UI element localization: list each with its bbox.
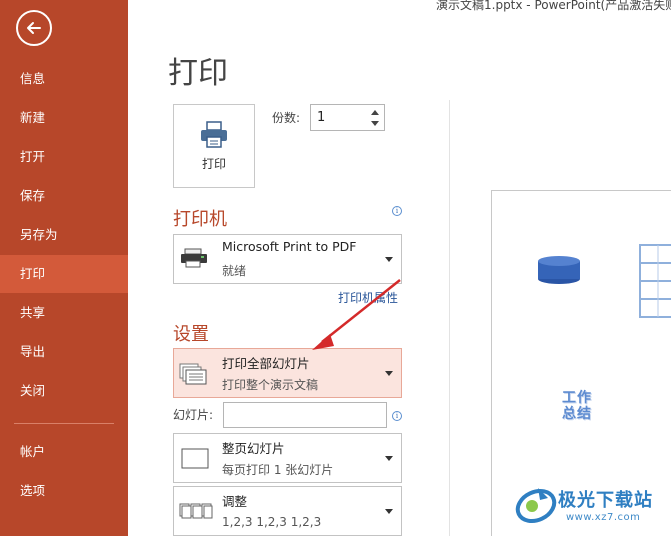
sidebar-divider [14, 423, 114, 424]
printer-device-icon [179, 247, 209, 273]
back-arrow-icon [27, 22, 41, 34]
sidebar-item-share[interactable]: 共享 [0, 294, 128, 332]
collate-title: 调整 [222, 494, 248, 509]
printer-heading: 打印机 [173, 209, 227, 230]
shelf-icon [639, 244, 671, 318]
watermark-url: www.xz7.com [566, 512, 641, 523]
sidebar-item-info[interactable]: 信息 [0, 60, 128, 98]
spin-up-icon[interactable] [370, 107, 380, 117]
print-range-subtitle: 打印整个演示文稿 [222, 378, 319, 392]
info-icon[interactable]: i [392, 411, 402, 421]
print-button-label: 打印 [201, 156, 226, 171]
print-button[interactable]: 打印 [173, 104, 255, 188]
sidebar-item-account[interactable]: 帐户 [0, 433, 128, 471]
printer-name: Microsoft Print to PDF [222, 239, 357, 254]
printer-properties-link[interactable]: 打印机属性 [338, 289, 398, 306]
pane-divider [449, 100, 450, 536]
back-button[interactable] [16, 10, 52, 46]
printer-dropdown[interactable]: Microsoft Print to PDF 就绪 [173, 234, 402, 284]
sidebar-item-open[interactable]: 打开 [0, 138, 128, 176]
slides-input[interactable] [223, 402, 387, 428]
sidebar-item-options[interactable]: 选项 [0, 472, 128, 510]
printer-icon [201, 120, 227, 148]
settings-heading: 设置 [173, 324, 209, 345]
collate-dropdown[interactable]: 调整 1,2,3 1,2,3 1,2,3 [173, 486, 402, 536]
chevron-down-icon [385, 456, 393, 461]
chevron-down-icon [385, 509, 393, 514]
database-cylinder-icon [538, 256, 580, 284]
sidebar-item-close[interactable]: 关闭 [0, 372, 128, 410]
print-range-title: 打印全部幻灯片 [222, 356, 310, 371]
watermark-logo-icon [515, 488, 557, 524]
layout-subtitle: 每页打印 1 张幻灯片 [222, 463, 334, 477]
spin-down-icon[interactable] [370, 118, 380, 128]
watermark-brand: 极光下载站 [558, 490, 653, 511]
sidebar-item-new[interactable]: 新建 [0, 99, 128, 137]
watermark: 极光下载站 www.xz7.com [512, 482, 671, 532]
layout-dropdown[interactable]: 整页幻灯片 每页打印 1 张幻灯片 [173, 433, 402, 483]
printer-status: 就绪 [222, 264, 247, 278]
slides-label: 幻灯片: [173, 408, 214, 422]
copies-value: 1 [317, 110, 326, 125]
chevron-down-icon [385, 371, 393, 376]
collate-subtitle: 1,2,3 1,2,3 1,2,3 [222, 515, 322, 529]
page-title: 打印 [168, 56, 228, 91]
all-slides-icon [179, 362, 209, 390]
full-page-slide-icon [179, 448, 209, 474]
info-icon[interactable]: i [392, 206, 402, 216]
copies-input[interactable]: 1 [310, 104, 385, 131]
print-range-dropdown[interactable]: 打印全部幻灯片 打印整个演示文稿 [173, 348, 402, 398]
backstage-sidebar: 信息 新建 打开 保存 另存为 打印 共享 导出 关闭 帐户 选项 [0, 0, 128, 536]
slide-title-text: 工作 总结 [562, 390, 592, 422]
chevron-down-icon [385, 257, 393, 262]
sidebar-item-save[interactable]: 保存 [0, 177, 128, 215]
sidebar-item-print[interactable]: 打印 [0, 255, 128, 293]
window-title: 演示文稿1.pptx - PowerPoint(产品激活失败) [436, 0, 671, 12]
layout-title: 整页幻灯片 [222, 441, 285, 456]
collate-icon [179, 501, 213, 525]
copies-label: 份数: [272, 111, 301, 125]
sidebar-item-save-as[interactable]: 另存为 [0, 216, 128, 254]
sidebar-item-export[interactable]: 导出 [0, 333, 128, 371]
